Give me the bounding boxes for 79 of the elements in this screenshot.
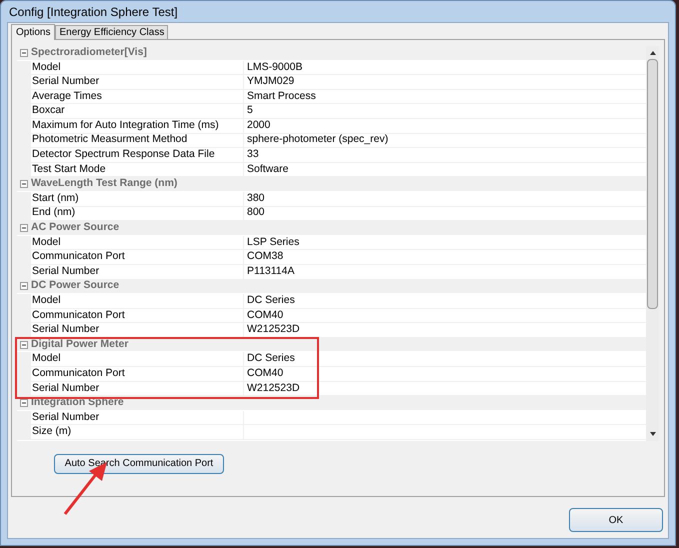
- property-row[interactable]: Size (m): [17, 425, 646, 440]
- property-value[interactable]: COM40: [247, 308, 284, 324]
- tab[interactable]: Energy Efficiency Class: [55, 25, 168, 39]
- property-value[interactable]: 380: [247, 190, 265, 207]
- tab[interactable]: Options: [11, 24, 56, 40]
- group-title: Spectroradiometer[Vis]: [31, 44, 147, 60]
- property-row[interactable]: Photometric Measurment Method sphere-photometer (spec_rev): [17, 134, 646, 148]
- property-name: Communicaton Port: [32, 366, 125, 381]
- group-title: Digital Power Meter: [31, 336, 128, 352]
- property-value[interactable]: Software: [247, 162, 288, 178]
- property-name: Serial Number: [32, 322, 100, 338]
- group-title: WaveLength Test Range (nm): [31, 176, 178, 192]
- property-row[interactable]: Model LSP Series: [17, 236, 646, 250]
- property-name: Communicaton Port: [32, 308, 125, 323]
- property-row[interactable]: Model LMS-9000B: [17, 60, 646, 76]
- property-value[interactable]: W212523D: [247, 322, 300, 338]
- property-row[interactable]: Serial Number: [17, 410, 646, 426]
- collapse-icon[interactable]: [20, 399, 28, 408]
- collapse-icon[interactable]: [20, 180, 28, 188]
- group-header-row[interactable]: DC Power Source: [17, 280, 646, 294]
- property-value[interactable]: 5: [247, 103, 253, 120]
- group-header-row[interactable]: Spectroradiometer[Vis]: [17, 46, 646, 61]
- property-value[interactable]: P113114A: [247, 264, 294, 280]
- property-value[interactable]: DC Series: [247, 293, 295, 309]
- property-row[interactable]: Model DC Series: [17, 352, 646, 368]
- scroll-thumb[interactable]: [647, 59, 658, 309]
- property-name: Communicaton Port: [32, 249, 125, 264]
- property-row[interactable]: Communicaton Port COM40: [17, 367, 646, 382]
- property-name: Model: [32, 351, 61, 366]
- property-value[interactable]: COM38: [247, 249, 284, 265]
- group-header-row[interactable]: WaveLength Test Range (nm): [17, 177, 646, 192]
- property-name: Test Start Mode: [32, 162, 106, 177]
- window-title: Config [Integration Sphere Test]: [9, 4, 178, 20]
- property-row[interactable]: Maximum for Auto Integration Time (ms) 2000: [17, 118, 646, 134]
- property-row[interactable]: Communicaton Port COM38: [17, 250, 646, 265]
- property-row[interactable]: Detector Spectrum Response Data File 33: [17, 148, 646, 163]
- property-name: Model: [32, 234, 61, 250]
- property-name: End (nm): [32, 205, 76, 220]
- collapse-icon[interactable]: [20, 48, 28, 57]
- property-row[interactable]: Model DC Series: [17, 294, 646, 309]
- property-value[interactable]: Smart Process: [247, 88, 316, 104]
- property-name: Serial Number: [32, 264, 100, 279]
- collapse-icon[interactable]: [20, 340, 28, 349]
- property-name: Boxcar: [32, 103, 65, 118]
- group-title: AC Power Source: [31, 220, 120, 236]
- property-name: Maximum for Auto Integration Time (ms): [32, 118, 219, 133]
- property-name: Serial Number: [32, 74, 100, 90]
- property-name: Serial Number: [32, 410, 100, 425]
- property-value[interactable]: 800: [247, 205, 265, 222]
- group-title: DC Power Source: [31, 278, 120, 294]
- property-name: Detector Spectrum Response Data File: [32, 147, 215, 162]
- scroll-up-icon[interactable]: [650, 51, 656, 55]
- property-value[interactable]: 33: [247, 147, 259, 163]
- property-value[interactable]: YMJM029: [247, 74, 294, 90]
- property-name: Start (nm): [32, 190, 79, 206]
- ok-button[interactable]: OK: [569, 508, 663, 532]
- property-row[interactable]: Serial Number YMJM029: [17, 75, 646, 90]
- property-name: Average Times: [32, 88, 102, 104]
- collapse-icon[interactable]: [20, 282, 28, 290]
- property-value[interactable]: 2000: [247, 118, 270, 134]
- property-name: Photometric Measurment Method: [32, 132, 188, 148]
- property-value[interactable]: LSP Series: [247, 234, 300, 250]
- property-value[interactable]: sphere-photometer (spec_rev): [247, 132, 388, 148]
- group-header-row[interactable]: AC Power Source: [17, 221, 646, 236]
- property-name: Model: [32, 293, 61, 308]
- property-value[interactable]: COM40: [247, 366, 284, 382]
- property-value[interactable]: DC Series: [247, 351, 295, 368]
- property-row[interactable]: Start (nm) 380: [17, 192, 646, 207]
- property-name: Model: [32, 60, 61, 75]
- property-value[interactable]: W212523D: [247, 380, 300, 396]
- property-row[interactable]: Boxcar 5: [17, 104, 646, 119]
- collapse-icon[interactable]: [20, 224, 28, 232]
- property-row[interactable]: Average Times Smart Process: [17, 90, 646, 104]
- property-name: Serial Number: [32, 380, 100, 396]
- property-name: Size (m): [32, 424, 72, 440]
- group-header-row[interactable]: Digital Power Meter: [17, 338, 646, 352]
- property-row[interactable]: Communicaton Port COM40: [17, 308, 646, 324]
- scroll-down-icon[interactable]: [650, 432, 656, 436]
- property-value[interactable]: LMS-9000B: [247, 60, 302, 76]
